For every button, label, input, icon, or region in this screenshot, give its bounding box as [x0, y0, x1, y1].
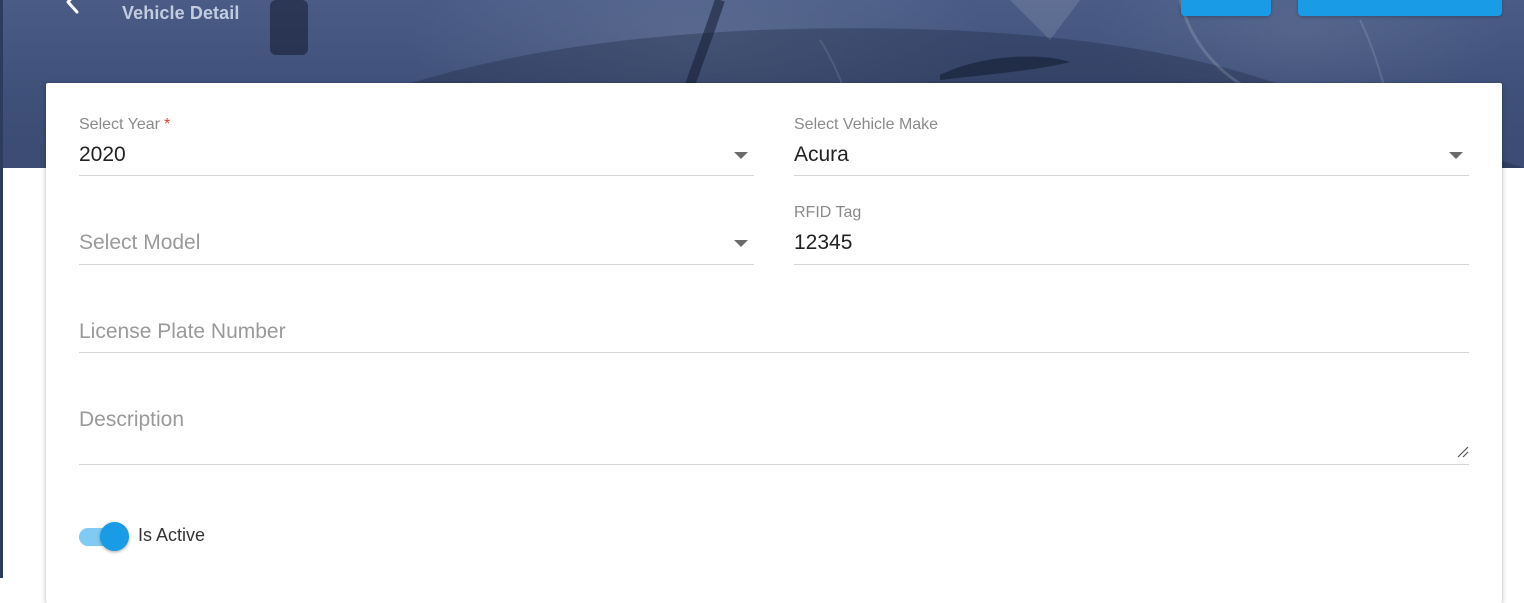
rfid-tag-underline: [794, 264, 1469, 265]
vehicle-make-label: Select Vehicle Make: [794, 116, 939, 133]
model-underline: [79, 264, 754, 265]
license-plate-underline: [79, 352, 1469, 353]
model-placeholder: Select Model: [79, 231, 201, 254]
rfid-tag-label: RFID Tag: [794, 204, 862, 221]
license-plate-placeholder: License Plate Number: [79, 320, 286, 343]
rfid-tag-field[interactable]: RFID Tag 12345: [794, 204, 1469, 265]
chevron-down-icon[interactable]: [734, 152, 748, 159]
description-placeholder: Description: [79, 408, 185, 431]
year-select[interactable]: Select Year * 2020: [79, 116, 754, 176]
vehicle-form-card: Select Year * 2020 Select Vehicle Make Ac…: [46, 83, 1502, 603]
page-left-edge: [0, 0, 3, 578]
resize-handle-icon[interactable]: [1455, 444, 1469, 458]
toggle-knob: [100, 522, 129, 551]
year-underline: [79, 175, 754, 176]
vehicle-make-value: Acura: [794, 143, 849, 166]
is-active-toggle[interactable]: [79, 522, 131, 554]
license-plate-field[interactable]: License Plate Number: [79, 293, 1469, 353]
required-asterisk: *: [163, 116, 171, 133]
year-label: Select Year *: [79, 116, 171, 133]
description-underline: [79, 464, 1469, 465]
rfid-tag-value: 12345: [794, 231, 853, 254]
chevron-down-icon[interactable]: [734, 240, 748, 247]
header-action-button[interactable]: [1181, 0, 1271, 16]
year-value: 2020: [79, 143, 126, 166]
page-subtitle: Vehicle Detail: [122, 3, 240, 23]
vehicle-make-select[interactable]: Select Vehicle Make Acura: [794, 116, 1469, 176]
chevron-down-icon[interactable]: [1449, 152, 1463, 159]
header-primary-button[interactable]: [1298, 0, 1502, 16]
chevron-left-icon[interactable]: [60, 0, 88, 16]
vehicle-make-underline: [794, 175, 1469, 176]
description-textarea[interactable]: Description: [79, 381, 1469, 465]
model-select[interactable]: Select Model: [79, 204, 754, 265]
is-active-label: Is Active: [138, 525, 206, 545]
